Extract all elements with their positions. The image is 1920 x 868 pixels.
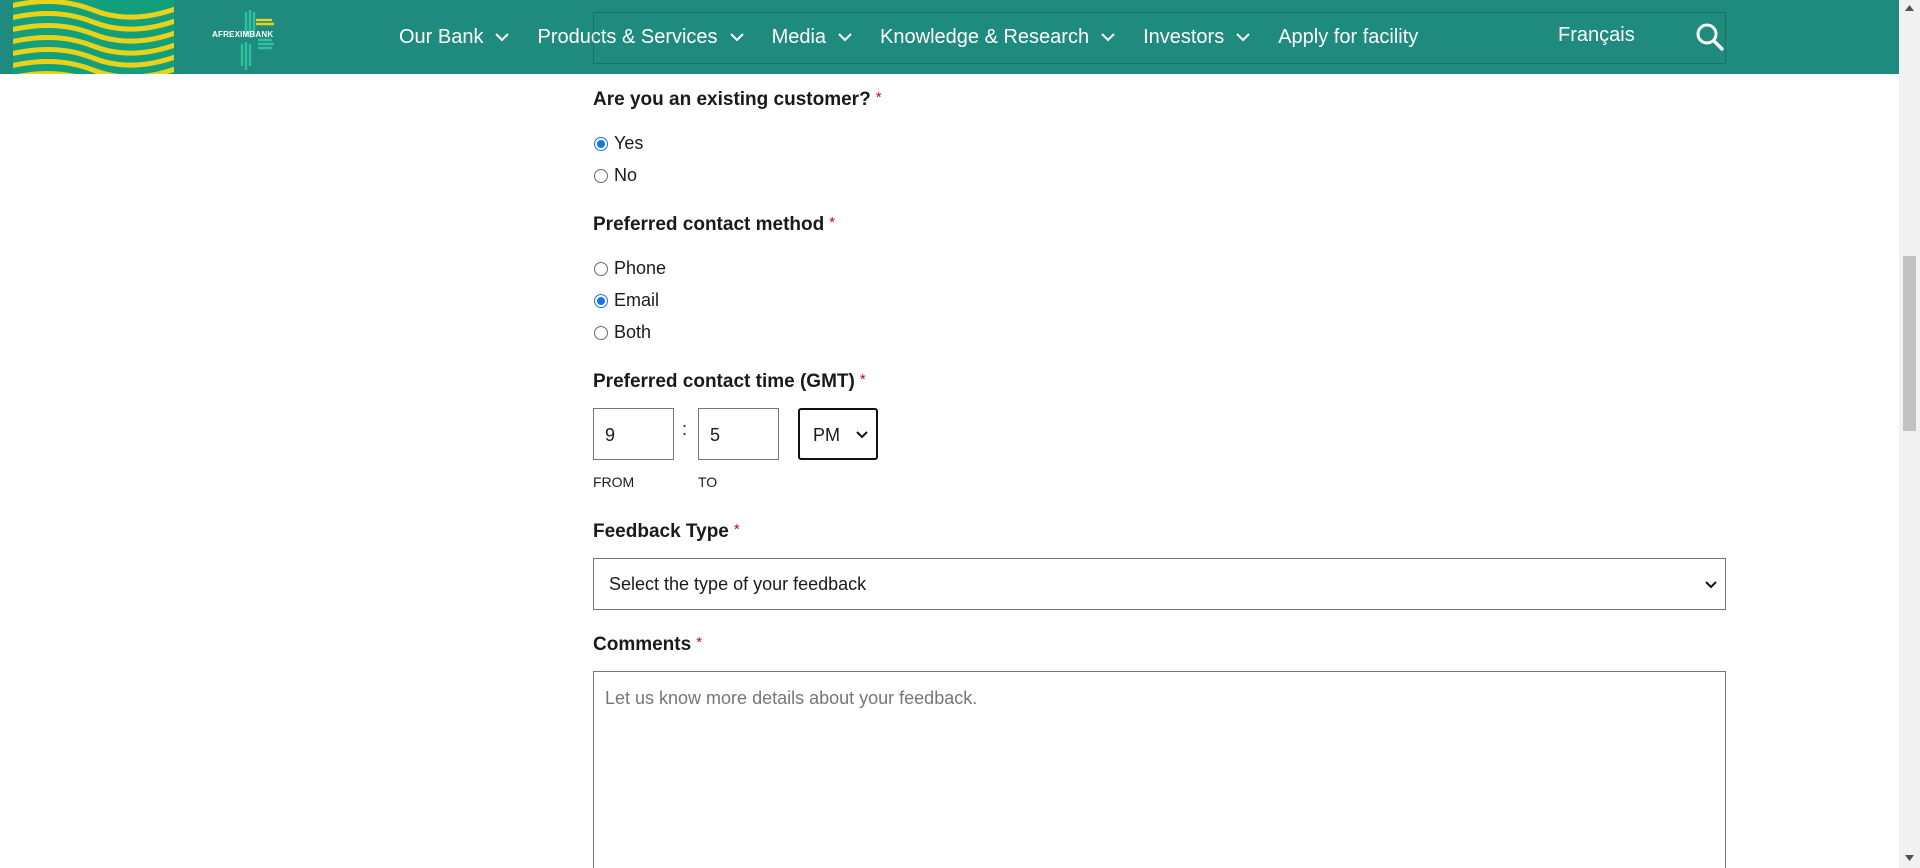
radio-contact-phone[interactable]: Phone (594, 258, 666, 279)
question-text: Are you an existing customer? (593, 89, 871, 110)
scrollbar-thumb[interactable] (1903, 256, 1916, 431)
comments-textarea[interactable]: Let us know more details about your feed… (593, 671, 1726, 868)
radio-label: No (614, 165, 638, 185)
nav-investors[interactable]: Investors (1143, 26, 1250, 49)
nav-products-services[interactable]: Products & Services (537, 25, 744, 49)
radio-button[interactable] (594, 136, 608, 151)
nav-apply-for-facility[interactable]: Apply for facility (1278, 26, 1418, 49)
feedback-type-label: Feedback Type * (593, 521, 740, 543)
site-header: AFREXIMBANK Our Bank Products & Services… (0, 0, 1899, 74)
question-text: Preferred contact time (GMT) (593, 371, 855, 392)
radio-label: Email (614, 290, 660, 310)
required-marker: * (696, 634, 703, 651)
to-label: TO (698, 474, 718, 490)
brand-pattern (13, 0, 174, 74)
scroll-up-icon[interactable] (1904, 4, 1915, 12)
time-to-input[interactable]: 5 (698, 408, 779, 460)
nav-media[interactable]: Media (772, 26, 852, 49)
required-marker: * (829, 214, 836, 231)
nav-label: Media (771, 25, 827, 48)
radio-contact-both[interactable]: Both (594, 322, 651, 343)
radio-existing-no[interactable]: No (594, 165, 637, 186)
required-marker: * (859, 371, 866, 388)
chevron-down-icon (495, 33, 510, 42)
ampm-select[interactable]: PM (798, 408, 878, 460)
nav-label: Products & Services (537, 25, 718, 48)
radio-contact-email[interactable]: Email (594, 290, 659, 311)
existing-customer-label: Are you an existing customer? * (593, 89, 882, 111)
select-value: Select the type of your feedback (609, 574, 867, 594)
scroll-down-icon[interactable] (1904, 854, 1915, 862)
chevron-down-icon (838, 33, 852, 42)
question-text: Comments (593, 634, 692, 655)
chevron-down-icon (1236, 33, 1250, 42)
nav-label: Investors (1143, 25, 1225, 48)
time-from-input[interactable]: 9 (593, 408, 674, 460)
radio-button[interactable] (594, 325, 608, 340)
question-text: Feedback Type (593, 521, 729, 542)
radio-existing-yes[interactable]: Yes (594, 133, 643, 154)
contact-time-label: Preferred contact time (GMT) * (593, 371, 866, 393)
nav-our-bank[interactable]: Our Bank (399, 25, 510, 49)
contact-method-label: Preferred contact method * (593, 214, 835, 236)
question-text: Preferred contact method (593, 214, 825, 235)
required-marker: * (875, 89, 882, 106)
page: AFREXIMBANK Our Bank Products & Services… (0, 0, 1920, 868)
chevron-down-icon (856, 431, 868, 439)
nav-label: Apply for facility (1278, 25, 1419, 48)
radio-label: Yes (614, 133, 644, 153)
radio-button[interactable] (594, 261, 608, 276)
afreximbank-logo[interactable]: AFREXIMBANK (206, 8, 296, 70)
nav-label: Our Bank (399, 25, 484, 48)
from-label: FROM (593, 474, 635, 490)
chevron-down-icon (729, 33, 744, 42)
nav-label: Knowledge & Research (880, 25, 1090, 48)
logo-text: AFREXIMBANK (212, 30, 274, 39)
comments-label: Comments * (593, 634, 702, 656)
radio-button[interactable] (594, 293, 608, 308)
radio-label: Both (614, 322, 652, 342)
radio-button[interactable] (594, 168, 608, 183)
time-separator: : (682, 419, 688, 439)
radio-label: Phone (614, 258, 667, 278)
required-marker: * (733, 521, 740, 538)
nav-knowledge-research[interactable]: Knowledge & Research (880, 26, 1115, 49)
chevron-down-icon (1101, 33, 1115, 42)
search-icon[interactable] (1695, 22, 1725, 52)
feedback-type-select[interactable]: Select the type of your feedback (593, 558, 1726, 610)
logo-mark-icon (240, 10, 274, 70)
main-nav: Our Bank Products & Services Media Knowl… (399, 0, 1446, 74)
ampm-value: PM (813, 425, 840, 445)
chevron-down-icon (1705, 581, 1717, 589)
page-scrollbar[interactable] (1899, 0, 1920, 868)
language-switch[interactable]: Français (1558, 24, 1635, 47)
